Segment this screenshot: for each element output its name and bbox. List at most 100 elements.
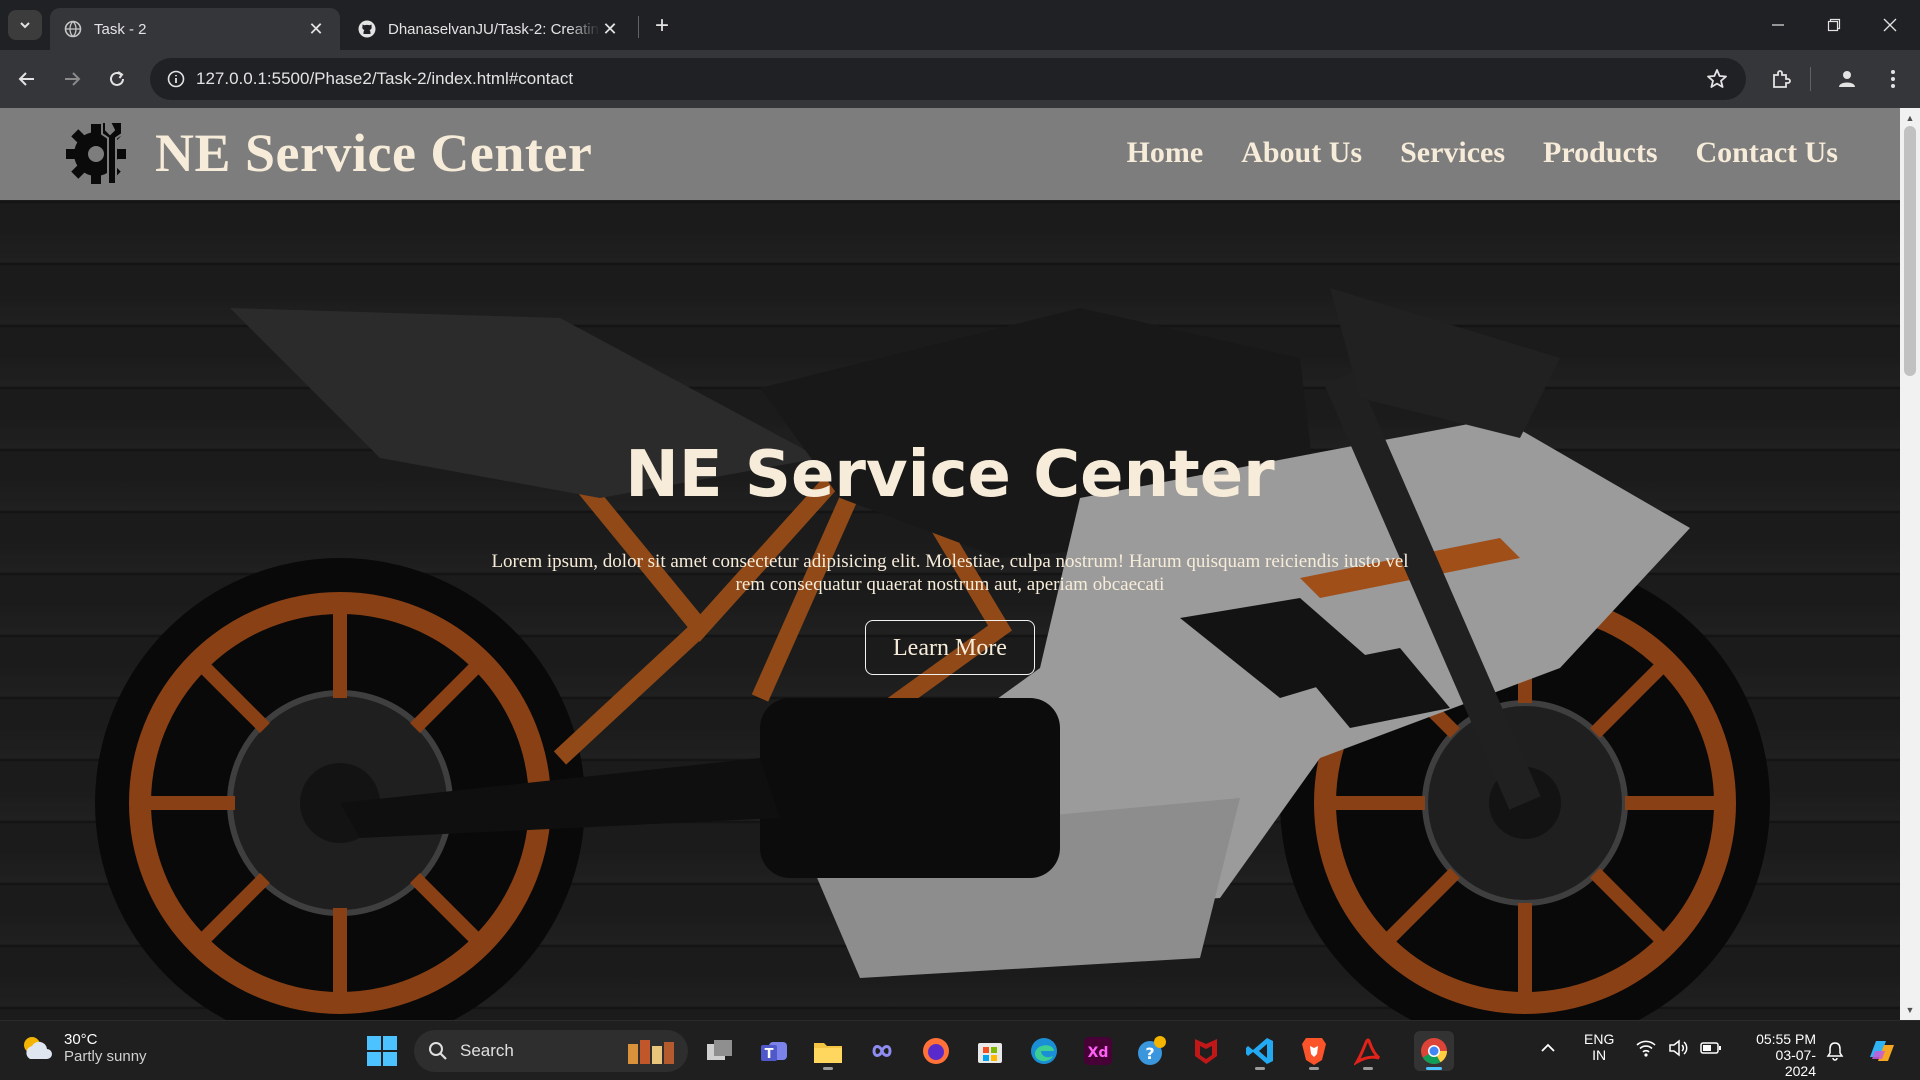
nav-services-link[interactable]: Services xyxy=(1400,136,1505,170)
close-window-button[interactable] xyxy=(1862,0,1918,50)
nav-contact-link[interactable]: Contact Us xyxy=(1696,136,1839,170)
restore-icon xyxy=(1827,18,1841,32)
microsoft-store-icon[interactable] xyxy=(970,1031,1010,1071)
close-icon xyxy=(1883,18,1897,32)
adobe-xd-icon[interactable]: Xd xyxy=(1078,1031,1118,1071)
bookmark-star-icon[interactable] xyxy=(1706,68,1728,95)
weather-condition: Partly sunny xyxy=(64,1048,147,1065)
tab-task-2[interactable]: Task - 2 ✕ xyxy=(50,8,340,50)
search-icon xyxy=(429,1042,447,1060)
mcafee-icon[interactable] xyxy=(1186,1031,1226,1071)
tab-title: DhanaselvanJU/Task-2: Creating xyxy=(388,20,600,38)
site-header: NE Service Center Home About Us Services… xyxy=(0,108,1900,200)
minimize-button[interactable] xyxy=(1750,0,1806,50)
hero-title: NE Service Center xyxy=(625,438,1275,512)
svg-text:Xd: Xd xyxy=(1088,1045,1109,1061)
close-tab-icon[interactable]: ✕ xyxy=(306,19,326,39)
tab-divider xyxy=(638,16,639,38)
site-info-icon[interactable] xyxy=(156,70,196,88)
running-indicator xyxy=(823,1067,833,1070)
hero-section: NE Service Center Home About Us Services… xyxy=(0,108,1900,1020)
svg-text:?: ? xyxy=(1145,1044,1154,1063)
hero-description: Lorem ipsum, dolor sit amet consectetur … xyxy=(491,551,1409,595)
scroll-up-icon[interactable]: ▲ xyxy=(1904,112,1916,124)
search-highlight-icon xyxy=(622,1036,678,1071)
address-text: 127.0.0.1:5500/Phase2/Task-2/index.html#… xyxy=(196,69,574,88)
acrobat-icon[interactable] xyxy=(1348,1031,1388,1071)
forward-button[interactable] xyxy=(55,62,89,96)
learn-more-button[interactable]: Learn More xyxy=(865,620,1035,675)
nav-about-link[interactable]: About Us xyxy=(1241,136,1362,170)
task-view-icon[interactable] xyxy=(700,1031,740,1071)
kebab-menu-icon xyxy=(1891,70,1895,88)
profile-button[interactable] xyxy=(1830,62,1864,96)
notifications-bell-icon[interactable] xyxy=(1826,1041,1844,1064)
running-indicator xyxy=(1363,1067,1373,1070)
chevron-down-icon xyxy=(20,22,30,29)
scrollbar-thumb[interactable] xyxy=(1904,126,1916,376)
nav-home-link[interactable]: Home xyxy=(1127,136,1204,170)
profile-icon xyxy=(1839,71,1855,87)
file-explorer-icon[interactable] xyxy=(808,1031,848,1071)
region-code: IN xyxy=(1592,1047,1607,1063)
system-tray-icons[interactable] xyxy=(1636,1039,1722,1057)
taskbar-search-box[interactable]: Search xyxy=(414,1030,688,1072)
browser-tab-bar: Task - 2 ✕ DhanaselvanJU/Task-2: Creatin… xyxy=(0,0,1920,50)
reload-icon xyxy=(110,71,124,86)
taskbar-search-label: Search xyxy=(460,1041,514,1060)
battery-icon xyxy=(1700,1042,1721,1054)
wifi-icon xyxy=(1636,1040,1656,1057)
toolbar-divider xyxy=(1810,67,1811,91)
arrow-right-icon xyxy=(65,72,81,86)
running-indicator xyxy=(1255,1067,1265,1070)
firefox-icon[interactable] xyxy=(916,1031,956,1071)
new-tab-button[interactable]: + xyxy=(648,12,676,40)
address-bar[interactable]: 127.0.0.1:5500/Phase2/Task-2/index.html#… xyxy=(150,58,1746,100)
scroll-down-icon[interactable]: ▼ xyxy=(1904,1004,1916,1016)
windows-taskbar: 30°C Partly sunny Search T Xd ? ENG IN 0… xyxy=(0,1020,1920,1080)
page-scrollbar[interactable]: ▲ ▼ xyxy=(1900,108,1920,1020)
show-hidden-icons-chevron-icon[interactable] xyxy=(1540,1041,1556,1057)
clock[interactable]: 05:55 PM 03-07-2024 xyxy=(1746,1031,1816,1079)
tab-search-button[interactable] xyxy=(8,10,42,40)
windows-start-icon[interactable] xyxy=(366,1035,398,1067)
help-app-icon[interactable]: ? xyxy=(1132,1031,1172,1071)
chrome-icon[interactable] xyxy=(1414,1031,1454,1071)
site-brand-title[interactable]: NE Service Center xyxy=(155,122,592,184)
svg-text:T: T xyxy=(765,1047,774,1062)
restore-button[interactable] xyxy=(1806,0,1862,50)
browser-toolbar: 127.0.0.1:5500/Phase2/Task-2/index.html#… xyxy=(0,50,1920,108)
page-viewport: NE Service Center Home About Us Services… xyxy=(0,108,1900,1020)
infinity-app-icon[interactable] xyxy=(862,1031,902,1071)
puzzle-icon xyxy=(1773,70,1791,88)
extensions-button[interactable] xyxy=(1764,62,1798,96)
running-indicator xyxy=(1309,1067,1319,1070)
language-code: ENG xyxy=(1584,1031,1615,1047)
arrow-left-icon xyxy=(18,72,34,86)
edge-icon[interactable] xyxy=(1024,1031,1064,1071)
vscode-icon[interactable] xyxy=(1240,1031,1280,1071)
language-indicator[interactable]: ENG IN xyxy=(1584,1031,1614,1063)
close-tab-icon[interactable]: ✕ xyxy=(600,19,620,39)
browser-menu-button[interactable] xyxy=(1876,62,1910,96)
copilot-icon[interactable] xyxy=(1866,1035,1898,1070)
brave-icon[interactable] xyxy=(1294,1031,1334,1071)
main-navigation: Home About Us Services Products Contact … xyxy=(1127,136,1838,170)
reload-button[interactable] xyxy=(100,62,134,96)
tab-title: Task - 2 xyxy=(94,20,147,38)
clock-time: 05:55 PM xyxy=(1756,1031,1816,1047)
weather-temperature: 30°C xyxy=(64,1031,98,1048)
gear-wrench-logo-icon[interactable] xyxy=(66,114,138,190)
hero-content: NE Service Center Lorem ipsum, dolor sit… xyxy=(0,438,1900,675)
github-icon xyxy=(358,20,376,38)
globe-icon xyxy=(64,20,82,38)
tab-github[interactable]: DhanaselvanJU/Task-2: Creating ✕ xyxy=(344,8,634,50)
partly-sunny-icon xyxy=(24,1037,52,1059)
weather-widget[interactable]: 30°C Partly sunny xyxy=(20,1031,147,1065)
active-indicator xyxy=(1426,1067,1442,1070)
minimize-icon xyxy=(1772,24,1784,26)
volume-icon xyxy=(1669,1039,1688,1057)
nav-products-link[interactable]: Products xyxy=(1543,136,1657,170)
back-button[interactable] xyxy=(10,62,44,96)
teams-icon[interactable]: T xyxy=(754,1031,794,1071)
